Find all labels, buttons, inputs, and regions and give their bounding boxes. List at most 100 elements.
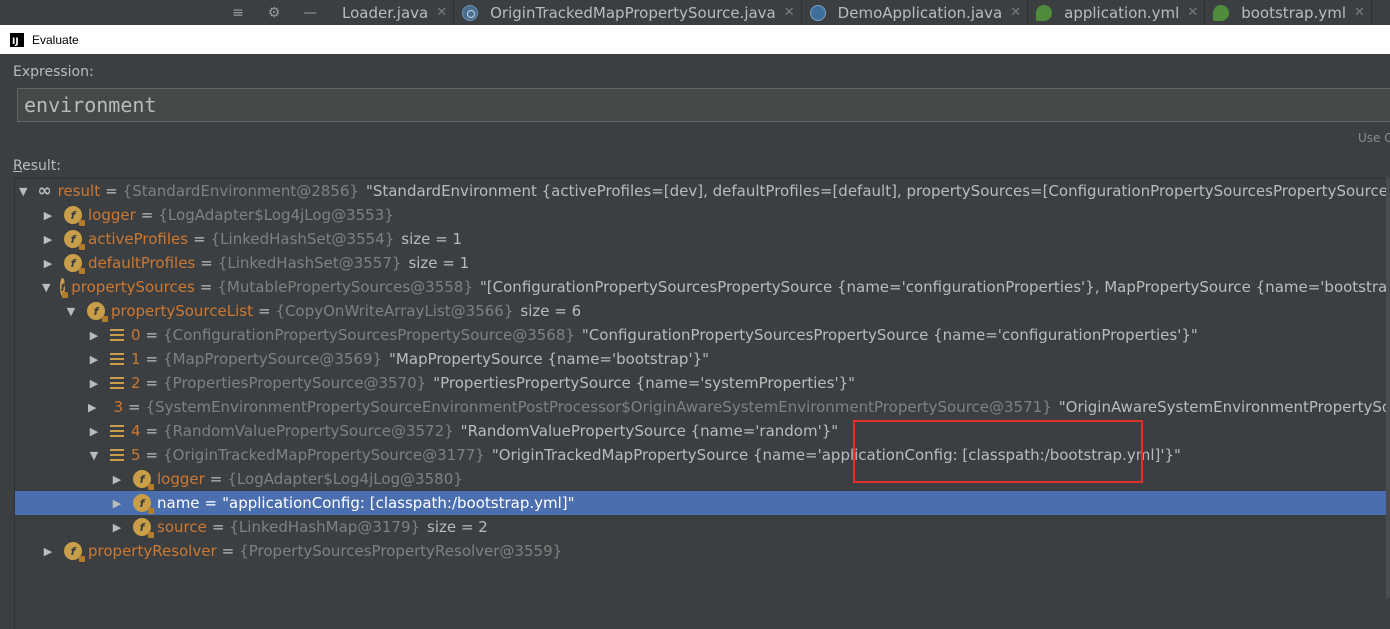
run-config-icon xyxy=(809,4,826,21)
expand-arrow-icon[interactable]: ▶ xyxy=(88,401,96,414)
node-type: {LinkedHashSet@3554} xyxy=(210,230,395,248)
expand-arrow-icon[interactable]: ▼ xyxy=(88,449,100,462)
node-type: {MutablePropertySources@3558} xyxy=(217,278,473,296)
equals-sign: = xyxy=(145,374,159,392)
node-name: 3 xyxy=(113,398,124,416)
expand-arrow-icon[interactable]: ▶ xyxy=(42,233,54,246)
close-icon[interactable]: ✕ xyxy=(1354,5,1365,20)
equals-sign: = xyxy=(200,254,213,272)
expand-arrow-icon[interactable]: ▶ xyxy=(88,329,100,342)
node-type: {MapPropertySource@3569} xyxy=(163,350,383,368)
expand-arrow-icon[interactable]: ▶ xyxy=(42,209,54,222)
expand-arrow-icon[interactable]: ▶ xyxy=(88,377,100,390)
tree-row-logger[interactable]: ▶ f logger = {LogAdapter$Log4jLog@3553} xyxy=(15,203,1390,227)
expand-arrow-icon[interactable]: ▶ xyxy=(111,521,123,534)
node-type: {PropertiesPropertySource@3570} xyxy=(163,374,427,392)
vertical-scrollbar[interactable] xyxy=(1386,178,1390,598)
tab-origin-tracked-map-property-source[interactable]: OriginTrackedMapPropertySource.java ✕ xyxy=(454,0,802,25)
tab-label: OriginTrackedMapPropertySource.java xyxy=(490,3,776,22)
tab-demo-application[interactable]: DemoApplication.java ✕ xyxy=(802,0,1029,25)
close-icon[interactable]: ✕ xyxy=(1010,5,1021,20)
equals-sign: = xyxy=(199,278,213,296)
node-type: {LogAdapter$Log4jLog@3580} xyxy=(227,470,463,488)
editor-tab-bar: ≡ ⚙ — Loader.java ✕ OriginTrackedMapProp… xyxy=(0,0,1390,26)
node-value: "MapPropertySource {name='bootstrap'}" xyxy=(389,350,710,368)
field-icon: f xyxy=(60,278,68,298)
equals-sign: = xyxy=(193,230,206,248)
node-value: size = 2 xyxy=(427,518,488,536)
tree-row-default-profiles[interactable]: ▶ f defaultProfiles = {LinkedHashSet@355… xyxy=(15,251,1390,275)
expand-arrow-icon[interactable]: ▶ xyxy=(111,473,123,486)
tree-row-element-5-name[interactable]: ▶ f name = "applicationConfig: [classpat… xyxy=(15,491,1390,515)
minimize-icon[interactable]: — xyxy=(298,1,322,25)
close-icon[interactable]: ✕ xyxy=(784,5,795,20)
array-element-icon xyxy=(110,377,124,389)
tree-row-result[interactable]: ▼ ∞ result = {StandardEnvironment@2856} … xyxy=(15,179,1390,203)
node-name: result xyxy=(57,182,101,200)
tab-label: bootstrap.yml xyxy=(1241,3,1346,22)
node-name: 0 xyxy=(131,326,141,344)
expand-arrow-icon[interactable]: ▼ xyxy=(19,185,27,198)
field-icon: f xyxy=(64,542,85,562)
expand-arrow-icon[interactable]: ▼ xyxy=(65,305,77,318)
tree-row-property-resolver[interactable]: ▶ f propertyResolver = {PropertySourcesP… xyxy=(15,539,1390,563)
expand-arrow-icon[interactable]: ▶ xyxy=(42,257,54,270)
tree-row-element-5-source[interactable]: ▶ f source = {LinkedHashMap@3179} size =… xyxy=(15,515,1390,539)
equals-sign: = xyxy=(145,446,159,464)
tree-row-active-profiles[interactable]: ▶ f activeProfiles = {LinkedHashSet@3554… xyxy=(15,227,1390,251)
tree-row-element-5-logger[interactable]: ▶ f logger = {LogAdapter$Log4jLog@3580} xyxy=(15,467,1390,491)
tree-row-element-3[interactable]: ▶ 3 = {SystemEnvironmentPropertySourceEn… xyxy=(15,395,1390,419)
tree-row-property-sources[interactable]: ▼ f propertySources = {MutablePropertySo… xyxy=(15,275,1390,299)
node-type: {RandomValuePropertySource@3572} xyxy=(163,422,454,440)
expand-arrow-icon[interactable]: ▶ xyxy=(88,425,100,438)
close-icon[interactable]: ✕ xyxy=(436,5,447,20)
node-name: name xyxy=(157,494,200,512)
result-tree[interactable]: ▼ ∞ result = {StandardEnvironment@2856} … xyxy=(14,178,1390,629)
node-name: logger xyxy=(88,206,136,224)
infinity-icon: ∞ xyxy=(37,181,52,201)
node-name: 5 xyxy=(131,446,141,464)
tab-loader-java[interactable]: Loader.java ✕ xyxy=(334,0,455,25)
expression-label: Expression: xyxy=(13,64,94,80)
tab-label: application.yml xyxy=(1064,3,1180,22)
tree-row-element-5[interactable]: ▼ 5 = {OriginTrackedMapPropertySource@31… xyxy=(15,443,1390,467)
node-name: propertyResolver xyxy=(88,542,217,560)
gear-icon[interactable]: ⚙ xyxy=(262,1,286,25)
equals-sign: = xyxy=(145,350,159,368)
yml-icon xyxy=(1036,4,1053,21)
node-name: activeProfiles xyxy=(88,230,189,248)
node-name: propertySources xyxy=(71,278,195,296)
array-element-icon xyxy=(110,449,124,461)
tree-row-element-2[interactable]: ▶ 2 = {PropertiesPropertySource@3570} "P… xyxy=(15,371,1390,395)
node-name: source xyxy=(157,518,207,536)
tree-row-element-0[interactable]: ▶ 0 = {ConfigurationPropertySourcesPrope… xyxy=(15,323,1390,347)
field-icon: f xyxy=(64,254,85,274)
field-icon: f xyxy=(133,494,154,514)
node-type: {LinkedHashSet@3557} xyxy=(217,254,402,272)
node-type: {CopyOnWriteArrayList@3566} xyxy=(275,302,514,320)
result-label: Result: xyxy=(13,158,61,174)
expression-input[interactable]: environment xyxy=(17,88,1390,122)
expand-arrow-icon[interactable]: ▼ xyxy=(42,281,50,294)
tree-row-element-1[interactable]: ▶ 1 = {MapPropertySource@3569} "MapPrope… xyxy=(15,347,1390,371)
field-icon: f xyxy=(64,230,85,250)
close-icon[interactable]: ✕ xyxy=(1187,5,1198,20)
node-type: {OriginTrackedMapPropertySource@3177} xyxy=(163,446,485,464)
array-element-icon xyxy=(110,353,124,365)
node-value: "ConfigurationPropertySourcesPropertySou… xyxy=(581,326,1198,344)
tab-bar-tools: ≡ ⚙ — xyxy=(226,1,334,25)
node-type: {ConfigurationPropertySourcesPropertySou… xyxy=(163,326,575,344)
node-type: {SystemEnvironmentPropertySourceEnvironm… xyxy=(145,398,1052,416)
node-type: {LinkedHashMap@3179} xyxy=(229,518,421,536)
collapse-icon[interactable]: ≡ xyxy=(226,1,250,25)
node-value: size = 6 xyxy=(520,302,582,320)
tab-bootstrap-yml[interactable]: bootstrap.yml ✕ xyxy=(1205,0,1372,25)
tree-row-element-4[interactable]: ▶ 4 = {RandomValuePropertySource@3572} "… xyxy=(15,419,1390,443)
expand-arrow-icon[interactable]: ▶ xyxy=(111,497,123,510)
node-value: "PropertiesPropertySource {name='systemP… xyxy=(433,374,856,392)
expand-arrow-icon[interactable]: ▶ xyxy=(88,353,100,366)
node-value: "OriginAwareSystemEnvironmentPropertySou… xyxy=(1058,398,1390,416)
expand-arrow-icon[interactable]: ▶ xyxy=(42,545,54,558)
tree-row-property-source-list[interactable]: ▼ f propertySourceList = {CopyOnWriteArr… xyxy=(15,299,1390,323)
tab-application-yml[interactable]: application.yml ✕ xyxy=(1028,0,1206,25)
